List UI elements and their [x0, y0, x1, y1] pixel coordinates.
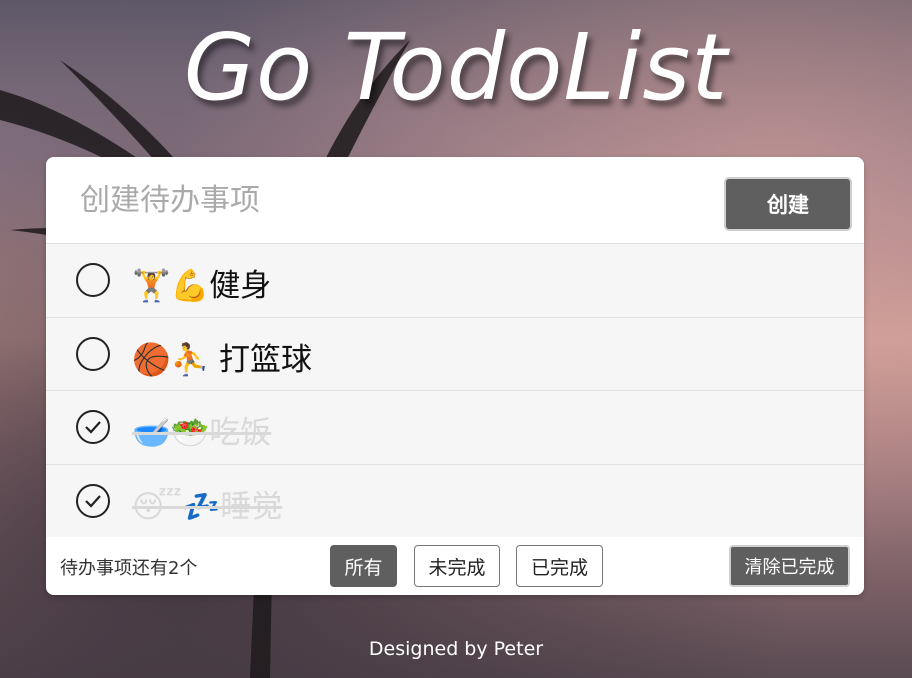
designer-credit: Designed by Peter	[368, 638, 544, 660]
todo-card: 创建 🏋️💪健身 🏀⛹️ 打篮球 🥣🥗吃饭 😴💤睡觉 待办事项还有2个 所有 未…	[46, 157, 864, 595]
todo-text[interactable]: 🏋️💪健身	[132, 260, 271, 305]
new-todo-input[interactable]	[80, 175, 700, 225]
app-title: Go TodoList	[183, 14, 729, 121]
new-todo-row: 创建	[46, 157, 864, 244]
checkmark-icon	[85, 494, 101, 508]
todo-footer: 待办事项还有2个 所有 未完成 已完成 清除已完成	[46, 537, 864, 595]
create-button[interactable]: 创建	[724, 177, 852, 231]
filter-all-button[interactable]: 所有	[330, 545, 397, 587]
todo-checkbox[interactable]	[76, 263, 110, 297]
filter-completed-button[interactable]: 已完成	[516, 545, 603, 587]
todo-text[interactable]: 😴💤睡觉	[132, 481, 282, 526]
todo-item: 🏋️💪健身	[46, 244, 864, 318]
todo-checkbox[interactable]	[76, 336, 110, 371]
todo-checkbox[interactable]	[76, 483, 110, 518]
todo-item: 🥣🥗吃饭	[46, 391, 864, 465]
todo-item: 🏀⛹️ 打篮球	[46, 318, 864, 391]
checkmark-icon	[85, 421, 101, 434]
todo-text[interactable]: 🥣🥗吃饭	[132, 407, 271, 452]
todo-checkbox[interactable]	[76, 410, 110, 444]
todo-item: 😴💤睡觉	[46, 465, 864, 538]
clear-completed-button[interactable]: 清除已完成	[729, 545, 850, 587]
remaining-count: 待办事项还有2个	[60, 558, 198, 579]
filter-active-button[interactable]: 未完成	[414, 545, 500, 587]
todo-text[interactable]: 🏀⛹️ 打篮球	[132, 334, 312, 379]
